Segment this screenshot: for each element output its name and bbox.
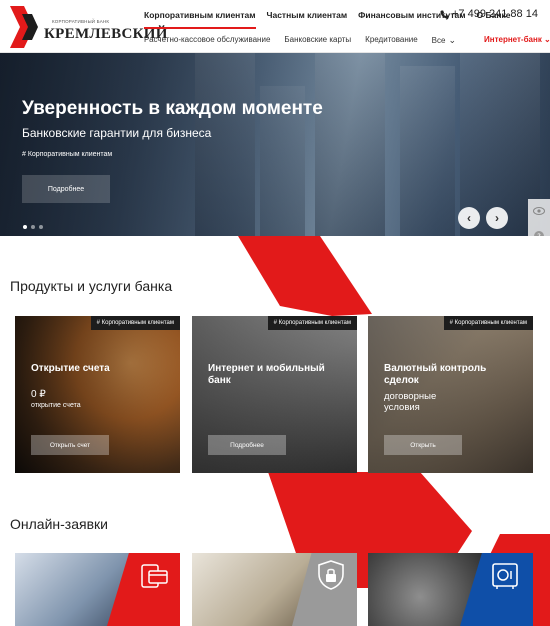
online-card-safe[interactable] xyxy=(368,553,533,626)
svg-text:?: ? xyxy=(537,233,541,237)
product-card-account[interactable]: # Корпоративным клиентам Открытие счета … xyxy=(15,316,180,473)
internet-bank-dropdown[interactable]: Интернет-банк xyxy=(484,35,550,44)
card-title: Открытие счета xyxy=(31,363,110,374)
card-icon xyxy=(141,564,168,588)
carousel-dot[interactable] xyxy=(23,225,27,229)
carousel-dot[interactable] xyxy=(31,225,35,229)
safe-icon xyxy=(492,563,518,589)
hero-title: Уверенность в каждом моменте xyxy=(22,98,323,119)
logo-caption: Корпоративный банк xyxy=(52,19,110,24)
hero-banner: Уверенность в каждом моменте Банковские … xyxy=(0,53,550,236)
top-nav-private[interactable]: Частным клиентам xyxy=(267,10,348,29)
hero-more-button[interactable]: Подробнее xyxy=(22,175,110,203)
phone-link[interactable]: +7 499 241 88 14 xyxy=(440,8,538,20)
sub-nav-cash[interactable]: Расчетно-кассовое обслуживание xyxy=(144,35,270,46)
help-icon[interactable]: ? xyxy=(533,230,545,236)
chevron-right-icon: › xyxy=(495,211,499,225)
product-card-currency-control[interactable]: # Корпоративным клиентам Валютный контро… xyxy=(368,316,533,473)
hero-tag-link[interactable]: # Корпоративным клиентам xyxy=(22,151,112,158)
carousel-dots xyxy=(23,225,43,229)
card-note: открытие счета xyxy=(31,402,81,409)
shield-icon xyxy=(318,560,344,590)
card-tag: # Корпоративным клиентам xyxy=(267,316,357,330)
card-tag: # Корпоративным клиентам xyxy=(90,316,180,330)
products-section-title: Продукты и услуги банка xyxy=(10,278,173,294)
phone-icon xyxy=(440,9,449,19)
online-card-guarantee[interactable] xyxy=(192,553,357,626)
card-value: 0 ₽ xyxy=(31,389,46,400)
logo-mark-icon xyxy=(10,6,38,48)
card-tag: # Корпоративным клиентам xyxy=(443,316,533,330)
top-nav-corporate[interactable]: Корпоративным клиентам xyxy=(144,10,256,29)
bank-logo[interactable]: Корпоративный банк КРЕМЛЕВСКИЙ xyxy=(8,6,167,48)
currency-open-button[interactable]: Открыть xyxy=(384,435,462,455)
card-subtitle: договорные условия xyxy=(384,391,437,413)
card-title: Валютный контроль сделок xyxy=(384,363,487,386)
sub-nav-cards[interactable]: Банковские карты xyxy=(284,35,351,46)
eye-icon[interactable] xyxy=(533,206,545,216)
sub-nav-credit[interactable]: Кредитование xyxy=(365,35,418,46)
chevron-left-icon: ‹ xyxy=(467,211,471,225)
sub-nav-all-dropdown[interactable]: Все xyxy=(432,35,456,46)
open-account-button[interactable]: Открыть счет xyxy=(31,435,109,455)
hero-subtitle: Банковские гарантии для бизнеса xyxy=(22,126,212,140)
online-section-title: Онлайн-заявки xyxy=(10,516,108,532)
card-title: Интернет и мобильный банк xyxy=(208,363,325,386)
sub-nav: Расчетно-кассовое обслуживание Банковски… xyxy=(144,35,470,46)
carousel-prev-button[interactable]: ‹ xyxy=(458,207,480,229)
online-bank-more-button[interactable]: Подробнее xyxy=(208,435,286,455)
phone-number: +7 499 241 88 14 xyxy=(452,8,538,20)
product-card-online-bank[interactable]: # Корпоративным клиентам Интернет и моби… xyxy=(192,316,357,473)
side-toolbar: ? xyxy=(528,199,550,236)
carousel-next-button[interactable]: › xyxy=(486,207,508,229)
online-card-phone[interactable] xyxy=(15,553,180,626)
carousel-dot[interactable] xyxy=(39,225,43,229)
site-header: Корпоративный банк КРЕМЛЕВСКИЙ Корпорати… xyxy=(0,0,550,53)
